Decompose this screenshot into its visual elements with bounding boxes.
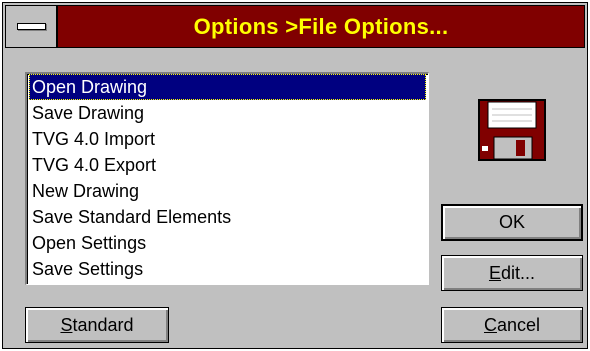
list-item-open-settings[interactable]: Open Settings: [29, 230, 426, 256]
ok-button-label: OK: [498, 212, 525, 232]
dialog-title: Options >File Options...: [193, 14, 449, 39]
list-item-tvg-import[interactable]: TVG 4.0 Import: [29, 126, 426, 152]
cancel-button-mnemonic: C: [483, 315, 497, 335]
standard-button-label: tandard: [72, 315, 134, 335]
list-item-open-drawing[interactable]: Open Drawing: [29, 74, 426, 100]
standard-button-mnemonic: S: [60, 315, 73, 335]
edit-button-label: dit...: [501, 263, 536, 283]
edit-button[interactable]: Edit...: [441, 255, 583, 291]
cancel-button-label: ancel: [496, 315, 541, 335]
list-item-new-drawing[interactable]: New Drawing: [29, 178, 426, 204]
list-item-save-drawing[interactable]: Save Drawing: [29, 100, 426, 126]
cancel-button[interactable]: Cancel: [441, 307, 583, 343]
list-item-save-settings[interactable]: Save Settings: [29, 256, 426, 282]
ok-button[interactable]: OK: [441, 204, 583, 241]
system-menu-button[interactable]: [6, 6, 58, 47]
list-item-tvg-export[interactable]: TVG 4.0 Export: [29, 152, 426, 178]
file-options-list[interactable]: Open Drawing Save Drawing TVG 4.0 Import…: [25, 72, 429, 285]
file-options-dialog: Options >File Options... Open Drawing Sa…: [2, 2, 588, 349]
system-menu-icon: [17, 23, 46, 30]
list-item-save-standard-elements[interactable]: Save Standard Elements: [29, 204, 426, 230]
edit-button-mnemonic: E: [488, 263, 501, 283]
standard-button[interactable]: Standard: [25, 307, 169, 343]
floppy-disk-icon: [478, 99, 546, 161]
title-bar: Options >File Options...: [5, 5, 585, 48]
